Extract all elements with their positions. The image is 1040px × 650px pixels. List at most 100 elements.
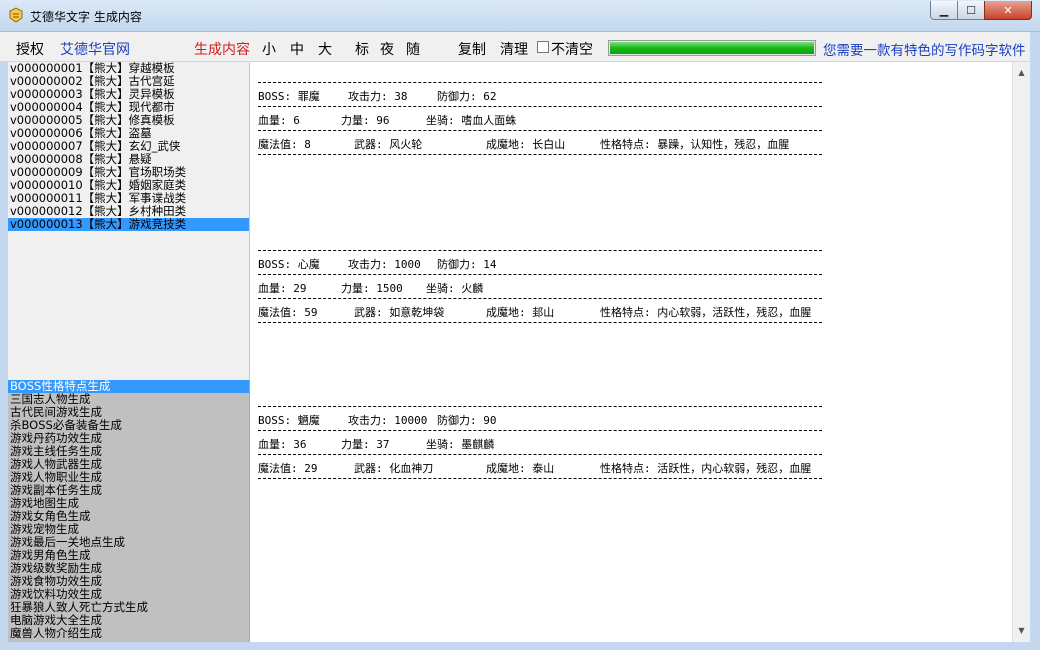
boss-strength: 力量: 37 xyxy=(341,438,390,451)
boss-mana: 魔法值: 29 xyxy=(258,462,318,475)
boss-weapon: 武器: 如意乾坤袋 xyxy=(354,306,445,319)
template-list-item[interactable]: v000000010【熊大】婚姻家庭类 xyxy=(8,179,249,192)
generator-list-item[interactable]: 游戏人物武器生成 xyxy=(8,458,249,471)
no-clear-checkbox[interactable] xyxy=(537,41,549,53)
generator-list-item[interactable]: 游戏地图生成 xyxy=(8,497,249,510)
generator-list-item[interactable]: 游戏级数奖励生成 xyxy=(8,562,249,575)
progress-bar xyxy=(608,40,816,56)
generator-list-item[interactable]: 杀BOSS必备装备生成 xyxy=(8,419,249,432)
generator-list-item[interactable]: 游戏食物功效生成 xyxy=(8,575,249,588)
boss-attribute-row: BOSS: 罪魔 攻击力: 38 防御力: 62 xyxy=(258,83,822,107)
boss-defense: 防御力: 14 xyxy=(437,258,497,271)
ad-link[interactable]: 您需要一款有特色的写作码字软件 xyxy=(823,39,1026,59)
window-frame-left xyxy=(0,62,8,650)
boss-attack: 攻击力: 1000 xyxy=(348,258,421,271)
generator-list-item[interactable]: 游戏副本任务生成 xyxy=(8,484,249,497)
boss-hp: 血量: 6 xyxy=(258,114,300,127)
generator-list-item[interactable]: 游戏人物职业生成 xyxy=(8,471,249,484)
generated-content-area[interactable]: BOSS: 罪魔 攻击力: 38 防御力: 62 血量: 6 力量: 96 坐骑: 嗜血人… xyxy=(250,62,1012,642)
window-frame-bottom xyxy=(0,642,1040,650)
theme-random-button[interactable]: 随 xyxy=(406,39,420,59)
theme-standard-button[interactable]: 标 xyxy=(355,39,369,59)
no-clear-label: 不清空 xyxy=(551,42,593,58)
app-icon xyxy=(9,7,23,23)
template-list-item[interactable]: v000000005【熊大】修真模板 xyxy=(8,114,249,127)
copy-button[interactable]: 复制 xyxy=(458,39,486,59)
authorize-button[interactable]: 授权 xyxy=(16,39,44,59)
boss-mana: 魔法值: 8 xyxy=(258,138,311,151)
template-list-item[interactable]: v000000007【熊大】玄幻_武侠 xyxy=(8,140,249,153)
close-button[interactable]: ✕ xyxy=(984,1,1032,20)
scroll-down-arrow-icon[interactable]: ▼ xyxy=(1013,622,1030,639)
generator-list-item[interactable]: 游戏主线任务生成 xyxy=(8,445,249,458)
template-list-item[interactable]: v000000009【熊大】官场职场类 xyxy=(8,166,249,179)
boss-strength: 力量: 1500 xyxy=(341,282,403,295)
font-small-button[interactable]: 小 xyxy=(262,39,276,59)
clear-button[interactable]: 清理 xyxy=(500,39,528,59)
template-list-item[interactable]: v000000004【熊大】现代都市 xyxy=(8,101,249,114)
template-list-item[interactable]: v000000002【熊大】古代宫延 xyxy=(8,75,249,88)
generator-list-item[interactable]: 游戏男角色生成 xyxy=(8,549,249,562)
boss-attribute-row: 血量: 29 力量: 1500 坐骑: 火麟 xyxy=(258,275,822,299)
template-list-item[interactable]: v000000011【熊大】军事谍战类 xyxy=(8,192,249,205)
boss-defense: 防御力: 62 xyxy=(437,90,497,103)
boss-attribute-row: 魔法值: 29 武器: 化血神刀 成魔地: 泰山 性格特点: 活跃性，内心软弱，残忍，… xyxy=(258,455,822,479)
font-large-button[interactable]: 大 xyxy=(318,39,332,59)
minimize-icon: ▁ xyxy=(939,3,949,17)
boss-mount: 坐骑: 火麟 xyxy=(426,282,484,295)
generator-list-item[interactable]: 电脑游戏大全生成 xyxy=(8,614,249,627)
template-list[interactable]: v000000001【熊大】穿越模板 v000000002【熊大】古代宫延 v000… xyxy=(8,62,250,380)
template-list-item[interactable]: v000000006【熊大】盗墓 xyxy=(8,127,249,140)
boss-strength: 力量: 96 xyxy=(341,114,390,127)
vertical-scrollbar[interactable]: ▲ ▼ xyxy=(1012,62,1030,642)
title-bar: 艾德华文字 生成内容 ▁ ☐ ✕ xyxy=(0,0,1040,32)
boss-hp: 血量: 36 xyxy=(258,438,307,451)
boss-boss: BOSS: 魉魔 xyxy=(258,414,320,427)
window-title: 艾德华文字 生成内容 xyxy=(30,10,142,24)
boss-attribute-row: 血量: 36 力量: 37 坐骑: 墨麒麟 xyxy=(258,431,822,455)
template-list-item[interactable]: v000000012【熊大】乡村种田类 xyxy=(8,205,249,218)
font-medium-button[interactable]: 中 xyxy=(290,39,304,59)
template-list-item[interactable]: v000000013【熊大】游戏竞技类 xyxy=(8,218,249,231)
boss-entry: BOSS: 魉魔 攻击力: 10000 防御力: 90 血量: 36 力量: 37 坐骑:… xyxy=(258,406,822,479)
generator-list-item[interactable]: BOSS性格特点生成 xyxy=(8,380,249,393)
generator-list-item[interactable]: 游戏最后一关地点生成 xyxy=(8,536,249,549)
row-underline xyxy=(258,154,822,155)
boss-attribute-row: 血量: 6 力量: 96 坐骑: 嗜血人面蛛 xyxy=(258,107,822,131)
template-list-item[interactable]: v000000003【熊大】灵异模板 xyxy=(8,88,249,101)
generator-list-item[interactable]: 游戏饮料功效生成 xyxy=(8,588,249,601)
boss-origin: 成魔地: 长白山 xyxy=(486,138,566,151)
generator-list-item[interactable]: 游戏宠物生成 xyxy=(8,523,249,536)
minimize-button[interactable]: ▁ xyxy=(930,1,958,20)
template-list-item[interactable]: v000000001【熊大】穿越模板 xyxy=(8,62,249,75)
maximize-button[interactable]: ☐ xyxy=(957,1,985,20)
theme-night-button[interactable]: 夜 xyxy=(380,39,394,59)
generator-list[interactable]: BOSS性格特点生成 三国志人物生成 古代民间游戏生成 杀BOSS必备装备生成 游戏丹药… xyxy=(8,380,250,642)
toolbar: 授权 艾德华官网 生成内容 小 中 大 标 夜 随 复制 清理 不清空 您需要一… xyxy=(0,32,1040,62)
progress-fill xyxy=(610,42,814,54)
boss-traits: 性格特点: 暴躁，认知性，残忍，血腥 xyxy=(600,138,790,151)
generate-button[interactable]: 生成内容 xyxy=(194,39,250,59)
row-underline xyxy=(258,322,822,323)
boss-attack: 攻击力: 10000 xyxy=(348,414,428,427)
boss-boss: BOSS: 罪魔 xyxy=(258,90,320,103)
template-list-item[interactable]: v000000008【熊大】悬疑 xyxy=(8,153,249,166)
boss-mount: 坐骑: 墨麒麟 xyxy=(426,438,495,451)
generator-list-item[interactable]: 三国志人物生成 xyxy=(8,393,249,406)
boss-attribute-row: 魔法值: 59 武器: 如意乾坤袋 成魔地: 邽山 性格特点: 内心软弱，活跃性，残忍… xyxy=(258,299,822,323)
generator-list-item[interactable]: 狂暴狼人致人死亡方式生成 xyxy=(8,601,249,614)
scroll-up-arrow-icon[interactable]: ▲ xyxy=(1013,64,1030,81)
generator-list-item[interactable]: 魔兽人物介绍生成 xyxy=(8,627,249,640)
boss-mount: 坐骑: 嗜血人面蛛 xyxy=(426,114,517,127)
generator-list-item[interactable]: 游戏丹药功效生成 xyxy=(8,432,249,445)
official-site-link[interactable]: 艾德华官网 xyxy=(60,39,130,59)
boss-weapon: 武器: 风火轮 xyxy=(354,138,423,151)
generator-list-item[interactable]: 游戏女角色生成 xyxy=(8,510,249,523)
boss-boss: BOSS: 心魔 xyxy=(258,258,320,271)
boss-attribute-row: BOSS: 魉魔 攻击力: 10000 防御力: 90 xyxy=(258,407,822,431)
boss-hp: 血量: 29 xyxy=(258,282,307,295)
generator-list-item[interactable]: 古代民间游戏生成 xyxy=(8,406,249,419)
boss-attribute-row: BOSS: 心魔 攻击力: 1000 防御力: 14 xyxy=(258,251,822,275)
boss-defense: 防御力: 90 xyxy=(437,414,497,427)
row-underline xyxy=(258,478,822,479)
